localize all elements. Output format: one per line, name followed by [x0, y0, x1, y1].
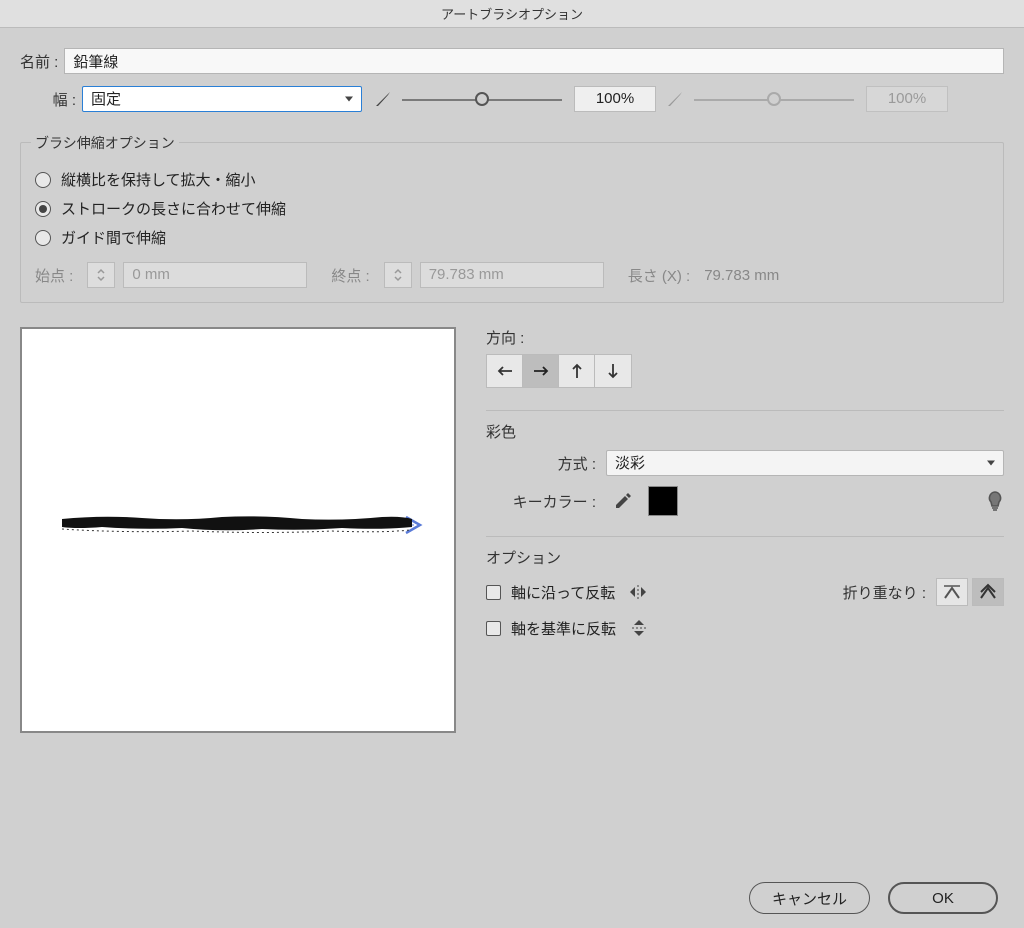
ok-button[interactable]: OK: [888, 882, 998, 914]
right-column: 方向 :: [486, 327, 1004, 872]
radio-icon: [35, 172, 51, 188]
cancel-button[interactable]: キャンセル: [749, 882, 870, 914]
dialog-content: 名前 : 幅 : 固定 100% 100%: [0, 28, 1024, 928]
width-slider-2: [694, 89, 854, 109]
direction-down-button[interactable]: [595, 355, 631, 387]
width-row: 幅 : 固定 100% 100%: [20, 86, 1004, 112]
end-value: 79.783 mm: [420, 262, 604, 288]
name-label: 名前 :: [20, 51, 58, 72]
name-input[interactable]: [64, 48, 1004, 74]
keycolor-label: キーカラー :: [486, 491, 596, 512]
direction-left-button[interactable]: [487, 355, 523, 387]
radio-icon: [35, 201, 51, 217]
radio-stretch-label: ストロークの長さに合わせて伸縮: [61, 198, 286, 219]
flip-along-label: 軸に沿って反転: [511, 582, 615, 603]
options-panel: オプション 軸に沿って反転 折り重なり :: [486, 536, 1004, 650]
width-select[interactable]: 固定: [82, 86, 362, 112]
pen-width-icon: [372, 88, 394, 110]
name-row: 名前 :: [20, 48, 1004, 74]
overlap-off-button[interactable]: [936, 578, 968, 606]
colorization-panel: 彩色 方式 : 淡彩 キーカラー :: [486, 410, 1004, 526]
options-title: オプション: [486, 547, 1004, 568]
flip-along-checkbox[interactable]: 軸に沿って反転: [486, 582, 615, 603]
radio-guides[interactable]: ガイド間で伸縮: [35, 227, 989, 248]
method-select-wrap: 淡彩: [606, 450, 1004, 476]
flip-across-label: 軸を基準に反転: [511, 618, 616, 639]
scale-options-title: ブラシ伸縮オプション: [31, 133, 179, 153]
method-label: 方式 :: [486, 453, 596, 474]
points-row: 始点 : 0 mm 終点 : 79.783 mm 長さ (X) : 79.783…: [35, 262, 989, 288]
length-label: 長さ (X) :: [628, 265, 691, 286]
direction-right-button[interactable]: [523, 355, 559, 387]
width-pct-1[interactable]: 100%: [574, 86, 656, 112]
width-label: 幅 :: [20, 89, 76, 110]
tips-icon[interactable]: [986, 490, 1004, 512]
dialog-footer: キャンセル OK: [20, 872, 1004, 914]
width-slider-1[interactable]: [402, 89, 562, 109]
scale-options-group: ブラシ伸縮オプション 縦横比を保持して拡大・縮小 ストロークの長さに合わせて伸縮…: [20, 142, 1004, 303]
start-stepper: [87, 262, 115, 288]
start-value: 0 mm: [123, 262, 307, 288]
length-value: 79.783 mm: [704, 267, 779, 284]
width-pct-2: 100%: [866, 86, 948, 112]
flip-across-checkbox[interactable]: 軸を基準に反転: [486, 618, 616, 639]
checkbox-icon: [486, 585, 501, 600]
width-select-wrap: 固定: [82, 86, 362, 112]
overlap-controls: 折り重なり :: [843, 578, 1004, 606]
method-select[interactable]: 淡彩: [606, 450, 1004, 476]
checkbox-icon: [486, 621, 501, 636]
end-label: 終点 :: [331, 265, 369, 286]
radio-proportional[interactable]: 縦横比を保持して拡大・縮小: [35, 169, 989, 190]
radio-proportional-label: 縦横比を保持して拡大・縮小: [61, 169, 256, 190]
window-title: アートブラシオプション: [0, 0, 1024, 28]
middle-area: 方向 :: [20, 327, 1004, 872]
flip-along-icon: [625, 580, 651, 604]
direction-section: 方向 :: [486, 327, 1004, 400]
radio-icon: [35, 230, 51, 246]
radio-stretch[interactable]: ストロークの長さに合わせて伸縮: [35, 198, 989, 219]
method-row: 方式 : 淡彩: [486, 450, 1004, 476]
keycolor-swatch[interactable]: [648, 486, 678, 516]
flip-along-row: 軸に沿って反転 折り重なり :: [486, 578, 1004, 606]
eyedropper-icon[interactable]: [612, 490, 634, 512]
flip-across-row: 軸を基準に反転: [486, 616, 1004, 640]
start-label: 始点 :: [35, 265, 73, 286]
keycolor-row: キーカラー :: [486, 486, 1004, 516]
overlap-on-button[interactable]: [972, 578, 1004, 606]
direction-label: 方向 :: [486, 327, 1004, 348]
end-stepper: [384, 262, 412, 288]
flip-across-icon: [626, 616, 652, 640]
pen-width-icon-2: [664, 88, 686, 110]
brush-preview: [20, 327, 456, 733]
direction-buttons: [486, 354, 632, 388]
overlap-label: 折り重なり :: [843, 582, 926, 603]
colorization-title: 彩色: [486, 421, 1004, 442]
radio-guides-label: ガイド間で伸縮: [61, 227, 166, 248]
direction-up-button[interactable]: [559, 355, 595, 387]
art-brush-options-dialog: アートブラシオプション 名前 : 幅 : 固定 100%: [0, 0, 1024, 928]
